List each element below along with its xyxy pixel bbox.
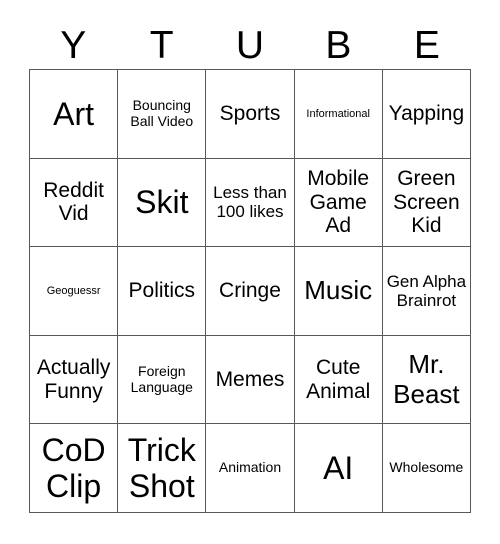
bingo-cell-label: Trick Shot [127, 432, 196, 505]
bingo-cell-label: Yapping [388, 101, 465, 125]
bingo-cell-r1-c1[interactable]: Art [30, 70, 119, 159]
bingo-cell-label: Cute Animal [306, 355, 371, 403]
bingo-cell-r3-c5[interactable]: Gen Alpha Brainrot [382, 247, 471, 336]
bingo-cell-r3-c3[interactable]: Cringe [206, 247, 295, 336]
header-letter-1: T [149, 24, 174, 67]
bingo-cell-label: Mobile Game Ad [307, 166, 370, 238]
header-letter-0: Y [60, 24, 87, 67]
bingo-cell-r4-c4[interactable]: Cute Animal [294, 335, 383, 425]
bingo-cell-label: Actually Funny [36, 355, 111, 403]
bingo-cell-r2-c1[interactable]: Reddit Vid [30, 158, 119, 248]
bingo-cell-label: Geoguessr [46, 284, 101, 297]
bingo-cell-label: Cringe [219, 279, 281, 303]
bingo-cell-label: Art [53, 95, 95, 132]
bingo-cell-r4-c2[interactable]: Foreign Language [118, 335, 207, 425]
bingo-cell-r2-c2[interactable]: Skit [118, 158, 207, 248]
bingo-cell-label: Reddit Vid [43, 178, 104, 226]
bingo-cell-r4-c1[interactable]: Actually Funny [30, 335, 119, 425]
header-letter-3: B [325, 24, 352, 67]
header-letter-2: U [235, 24, 265, 67]
bingo-cell-r5-c5[interactable]: Wholesome [382, 424, 471, 513]
bingo-cell-r3-c1[interactable]: Geoguessr [30, 247, 119, 336]
bingo-cell-label: Wholesome [389, 459, 464, 476]
bingo-cell-r5-c1[interactable]: CoD Clip [30, 424, 119, 513]
bingo-cell-r2-c3[interactable]: Less than 100 likes [206, 158, 295, 248]
bingo-cell-label: Green Screen Kid [393, 166, 460, 238]
bingo-cell-r3-c4[interactable]: Music [294, 247, 383, 336]
bingo-cell-r1-c2[interactable]: Bouncing Ball Video [118, 70, 207, 159]
bingo-header-row: Y T U B E [29, 22, 471, 69]
bingo-cell-label: Foreign Language [130, 362, 193, 395]
bingo-cell-label: Less than 100 likes [213, 183, 287, 222]
bingo-cell-label: CoD Clip [41, 432, 106, 505]
bingo-cell-label: AI [323, 450, 354, 487]
bingo-cell-r1-c4[interactable]: Informational [294, 70, 383, 159]
bingo-cell-r4-c5[interactable]: Mr. Beast [382, 335, 471, 425]
header-letter-4: E [413, 24, 440, 67]
bingo-grid: Art Bouncing Ball Video Sports Informationa… [29, 69, 471, 513]
bingo-cell-label: Mr. Beast [393, 349, 460, 409]
bingo-cell-r2-c5[interactable]: Green Screen Kid [382, 158, 471, 248]
bingo-cell-label: Music [304, 275, 373, 306]
bingo-cell-r1-c5[interactable]: Yapping [382, 70, 471, 159]
bingo-cell-label: Informational [306, 107, 370, 120]
bingo-cell-label: Bouncing Ball Video [130, 96, 194, 129]
bingo-cell-label: Animation [218, 459, 282, 476]
bingo-cell-r4-c3[interactable]: Memes [206, 335, 295, 425]
bingo-cell-r5-c4[interactable]: AI [294, 424, 383, 513]
bingo-cell-r3-c2[interactable]: Politics [118, 247, 207, 336]
bingo-cell-r1-c3[interactable]: Sports [206, 70, 295, 159]
bingo-cell-label: Skit [135, 184, 189, 221]
bingo-cell-label: Politics [128, 279, 196, 303]
bingo-cell-r5-c3[interactable]: Animation [206, 424, 295, 513]
bingo-cell-label: Memes [215, 367, 285, 391]
bingo-card: Y T U B E Art Bouncing Ball Video Sports In… [0, 0, 500, 544]
bingo-cell-label: Sports [219, 101, 281, 125]
bingo-cell-label: Gen Alpha Brainrot [386, 271, 467, 310]
bingo-cell-r2-c4[interactable]: Mobile Game Ad [294, 158, 383, 248]
bingo-cell-r5-c2[interactable]: Trick Shot [118, 424, 207, 513]
